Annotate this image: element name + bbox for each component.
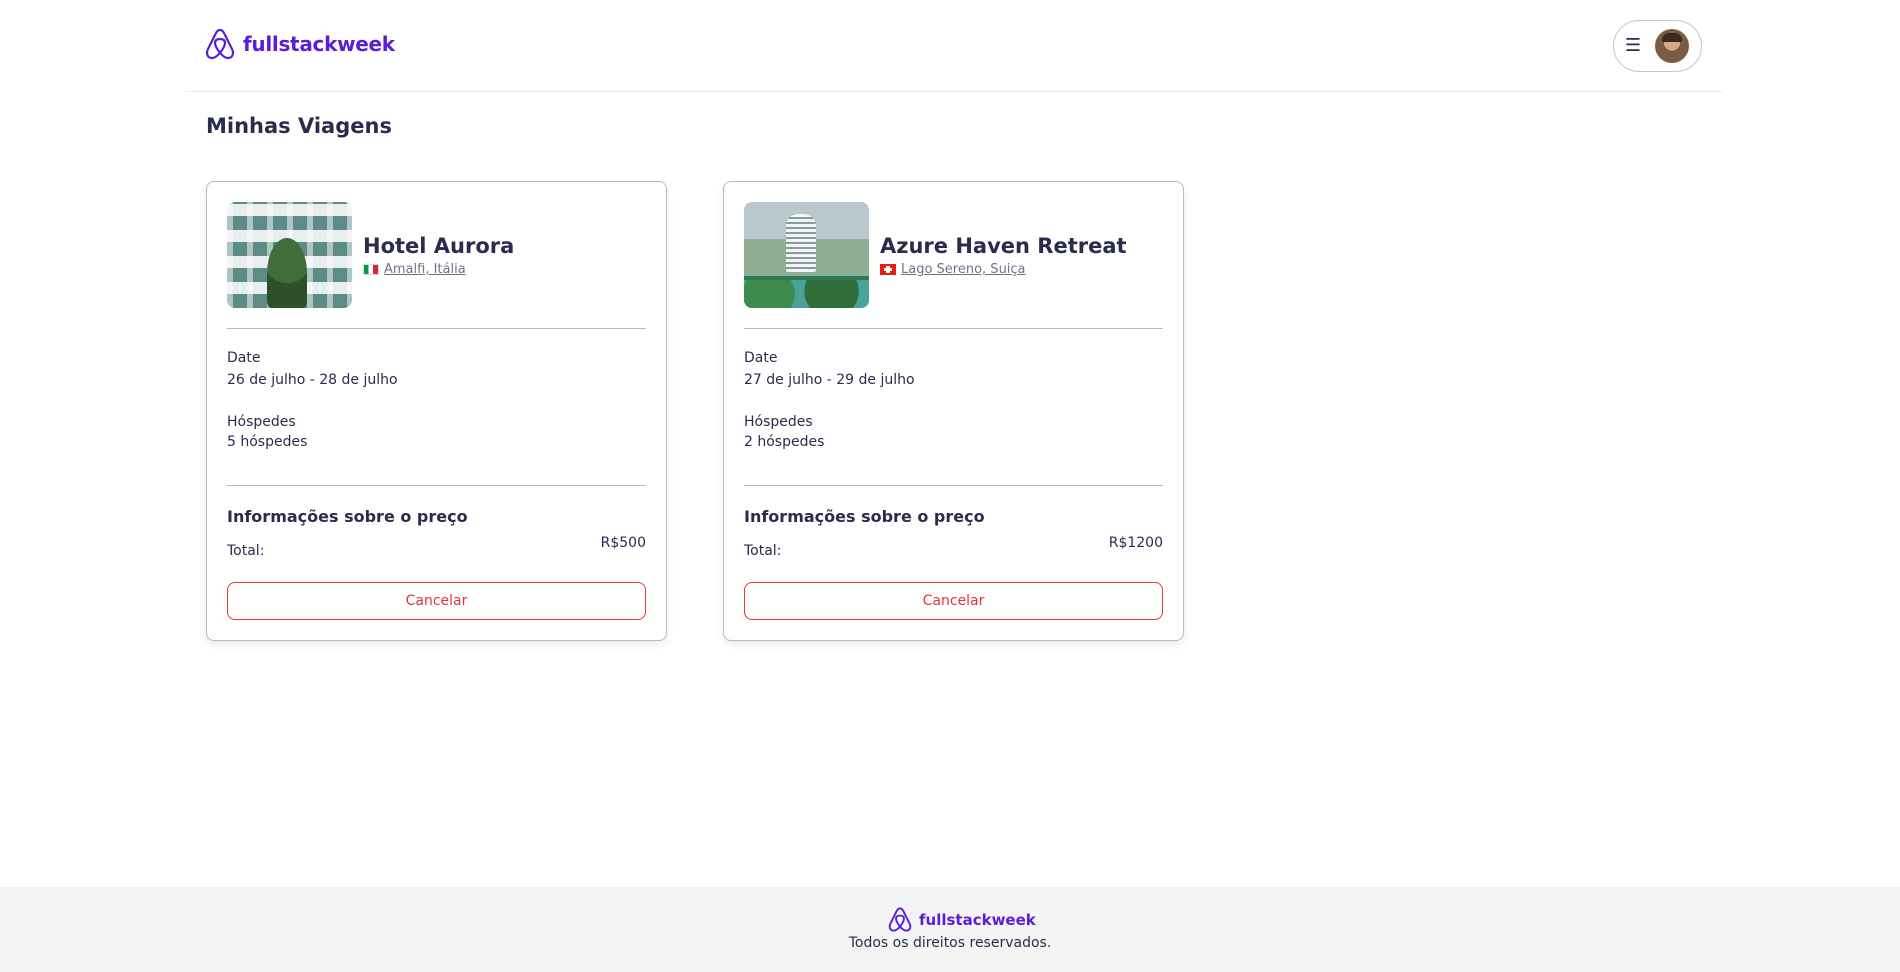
airbnb-logo-icon	[205, 28, 235, 60]
total-value: R$1200	[1108, 535, 1163, 551]
price-info-title: Informações sobre o preço	[744, 507, 985, 526]
cancel-button[interactable]: Cancelar	[227, 582, 646, 620]
footer-brand-name: fullstackweek	[919, 910, 1036, 929]
switzerland-flag-icon	[880, 264, 896, 275]
footer-brand-logo[interactable]: fullstackweek	[888, 906, 1036, 933]
date-label: Date	[744, 350, 778, 366]
trip-card: Hotel Aurora Amalfi, Itália Date 26 de j…	[206, 181, 667, 641]
hotel-image	[227, 202, 352, 308]
price-info-title: Informações sobre o preço	[227, 507, 468, 526]
brand-logo[interactable]: fullstackweek	[205, 27, 395, 61]
user-menu-button[interactable]: ☰	[1613, 20, 1702, 72]
divider	[227, 328, 646, 329]
page-title: Minhas Viagens	[206, 114, 392, 138]
location-link[interactable]: Amalfi, Itália	[384, 262, 466, 277]
hotel-location[interactable]: Lago Sereno, Suiça	[880, 262, 1026, 277]
total-label: Total:	[227, 543, 265, 559]
divider	[744, 485, 1163, 486]
cancel-button[interactable]: Cancelar	[744, 582, 1163, 620]
trip-card: Azure Haven Retreat Lago Sereno, Suiça D…	[723, 181, 1184, 641]
hamburger-icon: ☰	[1624, 35, 1641, 56]
avatar	[1655, 29, 1689, 63]
guests-label: Hóspedes	[227, 414, 296, 430]
total-value: R$500	[600, 535, 646, 551]
italy-flag-icon	[363, 264, 379, 275]
date-value: 27 de julho - 29 de julho	[744, 372, 915, 388]
divider	[744, 328, 1163, 329]
hotel-location[interactable]: Amalfi, Itália	[363, 262, 466, 277]
footer: fullstackweek Todos os direitos reservad…	[0, 887, 1900, 972]
date-label: Date	[227, 350, 261, 366]
airbnb-logo-icon	[888, 907, 912, 932]
guests-value: 5 hóspedes	[227, 434, 308, 450]
hotel-name: Azure Haven Retreat	[880, 234, 1127, 258]
copyright-text: Todos os direitos reservados.	[848, 935, 1052, 951]
guests-label: Hóspedes	[744, 414, 813, 430]
brand-name: fullstackweek	[243, 32, 395, 56]
date-value: 26 de julho - 28 de julho	[227, 372, 398, 388]
location-link[interactable]: Lago Sereno, Suiça	[901, 262, 1026, 277]
total-label: Total:	[744, 543, 782, 559]
hotel-image	[744, 202, 869, 308]
header: fullstackweek ☰	[185, 0, 1722, 92]
guests-value: 2 hóspedes	[744, 434, 825, 450]
divider	[227, 485, 646, 486]
hotel-name: Hotel Aurora	[363, 234, 515, 258]
